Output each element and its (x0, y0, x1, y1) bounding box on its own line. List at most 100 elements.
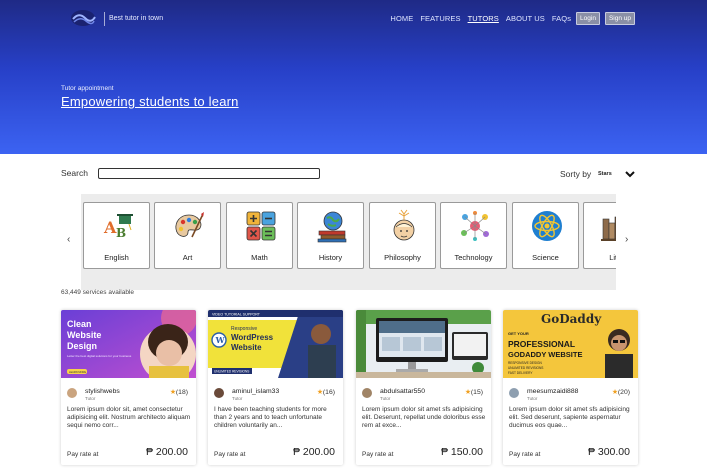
category-label: Philosophy (384, 253, 421, 262)
tutor-role: Tutor (85, 396, 96, 401)
chevron-down-icon[interactable] (624, 169, 636, 179)
tutor-card[interactable]: abdulsattar550 Tutor ★(15) Lorem ipsum d… (356, 310, 491, 465)
category-science[interactable]: Science (512, 202, 579, 269)
tutor-username[interactable]: aminul_islam33 (232, 388, 279, 395)
technology-icon (461, 211, 489, 241)
tutor-role: Tutor (232, 396, 243, 401)
thumb-text: RESPONSIVE DESIGN (508, 361, 543, 365)
category-label: English (104, 253, 129, 262)
tutor-card[interactable]: GoDaddy GET YOUR PROFESSIONAL GODADDY WE… (503, 310, 638, 465)
category-carousel: A B English Art Math History Philosophy … (81, 194, 616, 290)
price: ₱ 300.00 (587, 446, 630, 458)
price: ₱ 200.00 (292, 446, 335, 458)
thumb-text: PROFESSIONAL (508, 339, 575, 349)
tutor-description: Lorem ipsum dolor sit amet sfs adipisici… (509, 406, 630, 430)
category-label: Science (532, 253, 559, 262)
category-literature[interactable]: Liter (583, 202, 616, 269)
rating-count: (15) (470, 389, 483, 396)
pay-rate-label: Pay rate at (362, 451, 394, 458)
nav-about-us[interactable]: ABOUT US (506, 14, 545, 23)
hero-title[interactable]: Empowering students to learn (61, 94, 239, 109)
signup-button[interactable]: Sign up (604, 12, 635, 25)
tutor-description: Lorem ipsum dolor sit amet sfs adipisici… (362, 406, 486, 430)
chevron-right-icon[interactable]: › (625, 234, 628, 245)
category-label: Math (251, 253, 268, 262)
category-label: Liter (609, 253, 616, 262)
search-input[interactable] (98, 168, 320, 179)
thumb-text: WordPress (231, 333, 274, 342)
svg-text:B: B (116, 226, 126, 240)
hero-banner: Best tutor in town HOME FEATURES TUTORS … (0, 0, 707, 154)
thumb-text: Website (67, 330, 101, 340)
hero-subtitle: Tutor appointment (61, 85, 114, 92)
pay-rate-label: Pay rate at (67, 451, 99, 458)
avatar[interactable] (67, 388, 77, 398)
rating: ★(16) (317, 388, 335, 396)
pay-rate-label: Pay rate at (214, 451, 246, 458)
tutor-username[interactable]: meesumzaidi888 (527, 388, 578, 395)
card-thumbnail[interactable] (356, 310, 491, 378)
page: Best tutor in town HOME FEATURES TUTORS … (0, 0, 707, 471)
rating: ★(18) (170, 388, 188, 396)
thumb-text: Website (231, 343, 262, 352)
svg-text:A: A (103, 218, 117, 237)
tutor-username[interactable]: abdulsattar550 (380, 388, 425, 395)
tutor-role: Tutor (527, 396, 538, 401)
thumb-text: UNLIMITED REVISIONS (508, 366, 543, 370)
card-thumbnail[interactable]: VIDEO TUTORIAL SUPPORT W Responsive Word… (208, 310, 343, 378)
pay-rate-label: Pay rate at (509, 451, 541, 458)
nav-faqs[interactable]: FAQs (552, 14, 571, 23)
literature-icon (601, 216, 616, 241)
rating: ★(15) (465, 388, 483, 396)
category-art[interactable]: Art (154, 202, 221, 269)
math-icon (246, 211, 276, 241)
philosophy-icon (393, 209, 415, 241)
search-label: Search (61, 168, 88, 178)
category-technology[interactable]: Technology (440, 202, 507, 269)
tutor-card[interactable]: VIDEO TUTORIAL SUPPORT W Responsive Word… (208, 310, 343, 465)
svg-text:W: W (215, 335, 226, 345)
thumb-text: LEARN MORE (69, 370, 86, 374)
science-icon (532, 211, 562, 241)
avatar[interactable] (509, 388, 519, 398)
thumb-text: GODADDY WEBSITE (508, 350, 582, 359)
rating-count: (18) (175, 389, 188, 396)
main-nav: HOME FEATURES TUTORS ABOUT US FAQs Login… (383, 12, 635, 25)
thumb-text: GET YOUR (508, 331, 529, 336)
thumb-text: FAST DELIVERY (508, 371, 533, 375)
nav-tutors[interactable]: TUTORS (468, 14, 499, 23)
thumb-text: Design (67, 341, 97, 351)
tutor-card[interactable]: Clean Website Design Letter the best dig… (61, 310, 196, 465)
category-philosophy[interactable]: Philosophy (369, 202, 436, 269)
price: ₱ 150.00 (440, 446, 483, 458)
card-thumbnail[interactable]: Clean Website Design Letter the best dig… (61, 310, 196, 378)
services-count: 63,449 services available (61, 289, 134, 296)
tutor-description: I have been teaching students for more t… (214, 406, 327, 430)
price: ₱ 200.00 (145, 446, 188, 458)
rating-count: (20) (617, 389, 630, 396)
thumb-text: UNLIMITED REVISIONS (214, 370, 249, 374)
category-label: Art (182, 253, 193, 262)
category-history[interactable]: History (297, 202, 364, 269)
thumb-text: VIDEO TUTORIAL SUPPORT (212, 313, 261, 317)
tutor-username[interactable]: stylishwebs (85, 388, 120, 395)
nav-features[interactable]: FEATURES (420, 14, 460, 23)
category-math[interactable]: Math (226, 202, 293, 269)
nav-home[interactable]: HOME (390, 14, 413, 23)
rating: ★(20) (612, 388, 630, 396)
category-english[interactable]: A B English (83, 202, 150, 269)
sort-label: Sorty by (560, 169, 592, 179)
category-label: History (318, 253, 343, 262)
avatar[interactable] (214, 388, 224, 398)
tutor-description: Lorem ipsum dolor sit, amet consectetur … (67, 406, 191, 430)
art-palette-icon (175, 212, 204, 238)
thumb-text: GoDaddy (541, 312, 602, 326)
sort-value[interactable]: Stars (598, 171, 612, 177)
card-thumbnail[interactable]: GoDaddy GET YOUR PROFESSIONAL GODADDY WE… (503, 310, 638, 378)
avatar[interactable] (362, 388, 372, 398)
thumb-text: Letter the best digital solutions for yo… (67, 354, 132, 358)
logo[interactable] (68, 8, 98, 28)
tagline: Best tutor in town (109, 15, 164, 22)
login-button[interactable]: Login (576, 12, 600, 25)
chevron-left-icon[interactable]: ‹ (67, 234, 70, 245)
